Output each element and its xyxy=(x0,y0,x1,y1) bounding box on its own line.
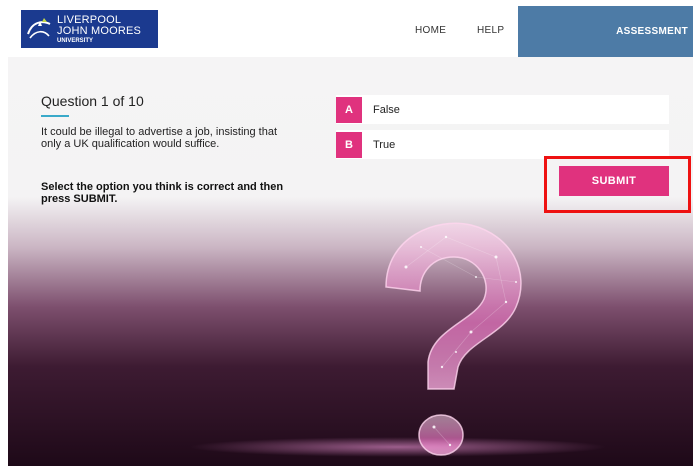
question-text: It could be illegal to advertise a job, … xyxy=(41,126,278,150)
nav-assessment-tab[interactable]: ASSESSMENT xyxy=(518,6,693,57)
nav-home-link[interactable]: HOME xyxy=(415,25,446,36)
question-title: Question 1 of 10 xyxy=(41,93,144,109)
question-mark-icon xyxy=(346,217,546,466)
nav-help-link[interactable]: HELP xyxy=(477,25,504,36)
option-a[interactable]: A False xyxy=(336,95,669,124)
option-b[interactable]: B True xyxy=(336,130,669,159)
submit-button[interactable]: SUBMIT xyxy=(559,166,669,196)
nav-assessment-label: ASSESSMENT xyxy=(616,26,688,37)
liver-bird-icon xyxy=(21,10,57,48)
question-instruction: Select the option you think is correct a… xyxy=(41,181,284,205)
option-b-letter: B xyxy=(336,131,362,158)
top-navigation-bar: LIVERPOOL JOHN MOORES UNIVERSITY HOME HE… xyxy=(0,0,693,57)
option-a-label: False xyxy=(373,103,400,116)
university-logo[interactable]: LIVERPOOL JOHN MOORES UNIVERSITY xyxy=(21,10,158,48)
option-a-letter: A xyxy=(336,96,362,123)
logo-text: LIVERPOOL JOHN MOORES UNIVERSITY xyxy=(57,13,142,44)
logo-line-1: LIVERPOOL xyxy=(57,13,122,26)
assessment-panel: Question 1 of 10 It could be illegal to … xyxy=(8,57,693,466)
option-b-label: True xyxy=(373,138,396,151)
logo-line-3: UNIVERSITY xyxy=(57,37,94,44)
title-underline xyxy=(41,115,69,117)
logo-line-2: JOHN MOORES xyxy=(57,24,142,37)
